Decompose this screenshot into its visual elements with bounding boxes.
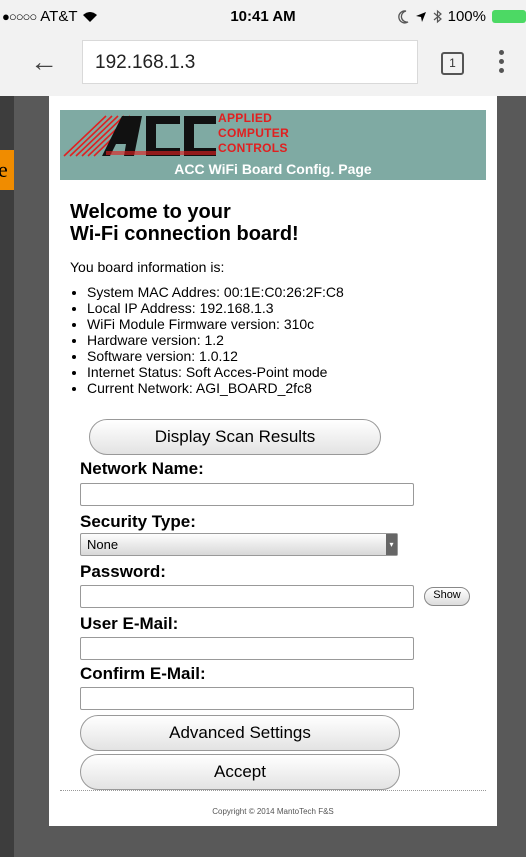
address-bar[interactable]: 192.168.1.3 [82,40,418,84]
battery-percent: 100% [447,8,486,25]
info-current-network: Current Network: AGI_BOARD_2fc8 [87,380,344,396]
logo-line-controls: CONTROLS [218,141,288,155]
logo-line-computer: COMPUTER [218,126,290,140]
security-type-value: None [87,537,119,552]
show-password-button[interactable]: Show [424,587,470,606]
menu-dots-icon[interactable] [498,50,504,73]
password-label: Password: [80,562,166,581]
battery-icon [492,10,526,23]
confirm-email-label: Confirm E-Mail: [80,664,206,683]
info-ip-address: Local IP Address: 192.168.1.3 [87,300,344,316]
accept-button[interactable]: Accept [80,754,400,790]
page-title: ACC WiFi Board Config. Page [174,161,372,177]
location-icon [415,11,426,22]
security-type-select[interactable]: None ▾ [80,533,398,556]
info-software-version: Software version: 1.0.12 [87,348,344,364]
status-bar: ●○○○○ AT&T 10:41 AM 100% [0,0,526,34]
security-type-label: Security Type: [80,512,196,531]
logo-company-name: APPLIED COMPUTER CONTROLS [218,111,289,156]
network-name-input[interactable] [80,483,414,506]
confirm-email-input[interactable] [80,687,414,710]
side-strip [0,96,14,857]
status-icons: 100% [397,8,526,25]
footer-divider [60,790,486,791]
board-info-intro: You board information is: [70,259,225,275]
network-name-label: Network Name: [80,459,204,478]
moon-icon [397,9,408,24]
advanced-settings-button[interactable]: Advanced Settings [80,715,400,751]
board-info-list: System MAC Addres: 00:1E:C0:26:2F:C8 Loc… [70,284,344,396]
tab-switcher-button[interactable]: 1 [441,52,464,75]
welcome-line-1: Welcome to your [70,201,231,223]
info-mac-address: System MAC Addres: 00:1E:C0:26:2F:C8 [87,284,344,300]
browser-toolbar: ← 192.168.1.3 1 [0,34,526,96]
password-input[interactable] [80,585,414,608]
info-hardware-version: Hardware version: 1.2 [87,332,344,348]
select-arrow-icon: ▾ [386,534,397,555]
config-page: APPLIED COMPUTER CONTROLS ACC WiFi Board… [49,96,497,826]
logo-line-applied: APPLIED [218,111,273,125]
welcome-line-2: Wi-Fi connection board! [70,223,299,245]
user-email-label: User E-Mail: [80,614,179,633]
bluetooth-icon [433,9,442,24]
display-scan-results-button[interactable]: Display Scan Results [89,419,381,455]
page-header: APPLIED COMPUTER CONTROLS ACC WiFi Board… [60,110,486,180]
back-arrow-icon[interactable]: ← [30,46,58,78]
info-firmware-version: WiFi Module Firmware version: 310c [87,316,344,332]
welcome-heading: Welcome to your Wi-Fi connection board! [70,201,299,245]
user-email-input[interactable] [80,637,414,660]
info-internet-status: Internet Status: Soft Acces-Point mode [87,364,344,380]
copyright-text: Copyright © 2014 MantoTech F&S [212,807,334,816]
side-tab: e [0,150,14,190]
